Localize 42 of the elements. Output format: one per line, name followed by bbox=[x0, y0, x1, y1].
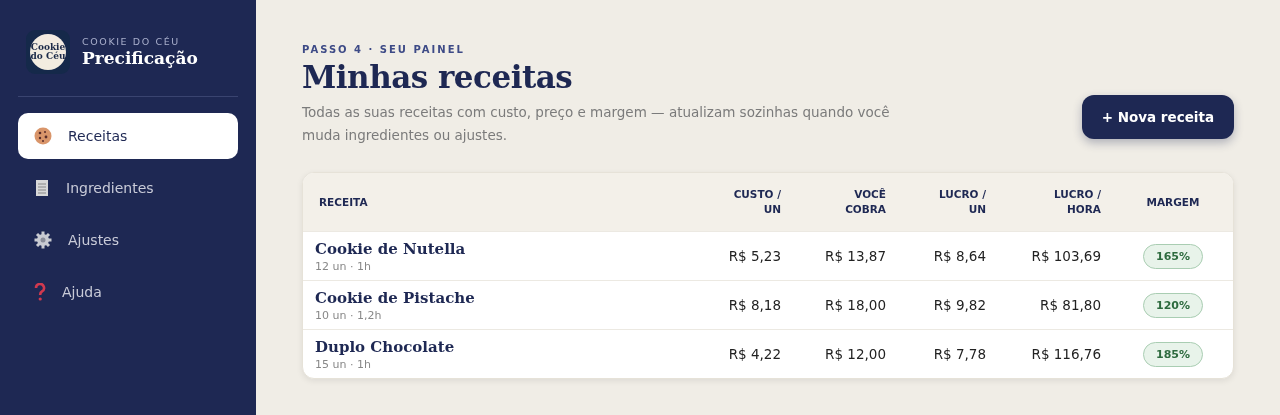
table-cell-text: R$ 8,18 bbox=[727, 297, 782, 313]
margin-badge: 165% bbox=[1143, 243, 1203, 269]
table-cell-text: R$ 81,80 bbox=[1039, 297, 1102, 313]
recipe-yield: 12 un · 1h bbox=[315, 259, 372, 273]
new-recipe-button[interactable]: + Nova receita bbox=[1081, 95, 1234, 139]
column-header: MARGEM bbox=[1145, 194, 1201, 210]
page-description: Todas as suas receitas com custo, preço e margem — atualizam sozinhas quando você muda ingredientes ou ajustes. bbox=[302, 103, 891, 145]
question-mark-icon bbox=[34, 283, 46, 301]
table-cell-text: R$ 18,00 bbox=[824, 297, 887, 313]
sidebar-item[interactable]: Ajuda bbox=[18, 269, 238, 315]
recipe-yield: 10 un · 1,2h bbox=[315, 308, 383, 322]
column-header: LUCRO / UN bbox=[937, 187, 987, 217]
recipe-name: Duplo Chocolate bbox=[315, 337, 456, 356]
table-cell-text: R$ 13,87 bbox=[824, 248, 887, 264]
column-header: LUCRO / HORA bbox=[1052, 187, 1102, 217]
table-cell-text: R$ 116,76 bbox=[1030, 346, 1102, 362]
recipe-name: Cookie de Pistache bbox=[315, 288, 476, 307]
margin-badge: 185% bbox=[1143, 341, 1203, 367]
column-header: RECEITA bbox=[318, 194, 369, 210]
sidebar-item[interactable]: Ingredientes bbox=[18, 165, 238, 211]
cookie-icon bbox=[34, 127, 52, 145]
step-label: PASSO 4 · SEU PAINEL bbox=[302, 44, 466, 55]
logo-text: Cookie do Céu bbox=[30, 34, 66, 70]
margin-badge: 120% bbox=[1143, 292, 1203, 318]
table-cell-text: R$ 4,22 bbox=[727, 346, 782, 362]
settings-icon bbox=[34, 231, 52, 249]
table-cell-text: R$ 5,23 bbox=[727, 248, 782, 264]
table-cell-text: R$ 9,82 bbox=[932, 297, 987, 313]
recipe-name: Cookie de Nutella bbox=[315, 239, 467, 258]
table-cell-text: R$ 8,64 bbox=[932, 248, 987, 264]
sidebar-item[interactable]: Ajustes bbox=[18, 217, 238, 263]
brand-overline: COOKIE DO CÉU bbox=[82, 36, 181, 47]
column-header: VOCÊ COBRA bbox=[844, 187, 887, 217]
column-header: CUSTO / UN bbox=[732, 187, 782, 217]
receipt-icon bbox=[34, 179, 50, 197]
table-cell-text: R$ 7,78 bbox=[932, 346, 987, 362]
table-cell-text: R$ 12,00 bbox=[824, 346, 887, 362]
table-cell-text: R$ 103,69 bbox=[1030, 248, 1102, 264]
sidebar-item[interactable]: Receitas bbox=[18, 113, 238, 159]
page-title: Minhas receitas bbox=[302, 59, 574, 95]
brand-title: Precificação bbox=[82, 48, 198, 68]
recipe-yield: 15 un · 1h bbox=[315, 357, 372, 371]
